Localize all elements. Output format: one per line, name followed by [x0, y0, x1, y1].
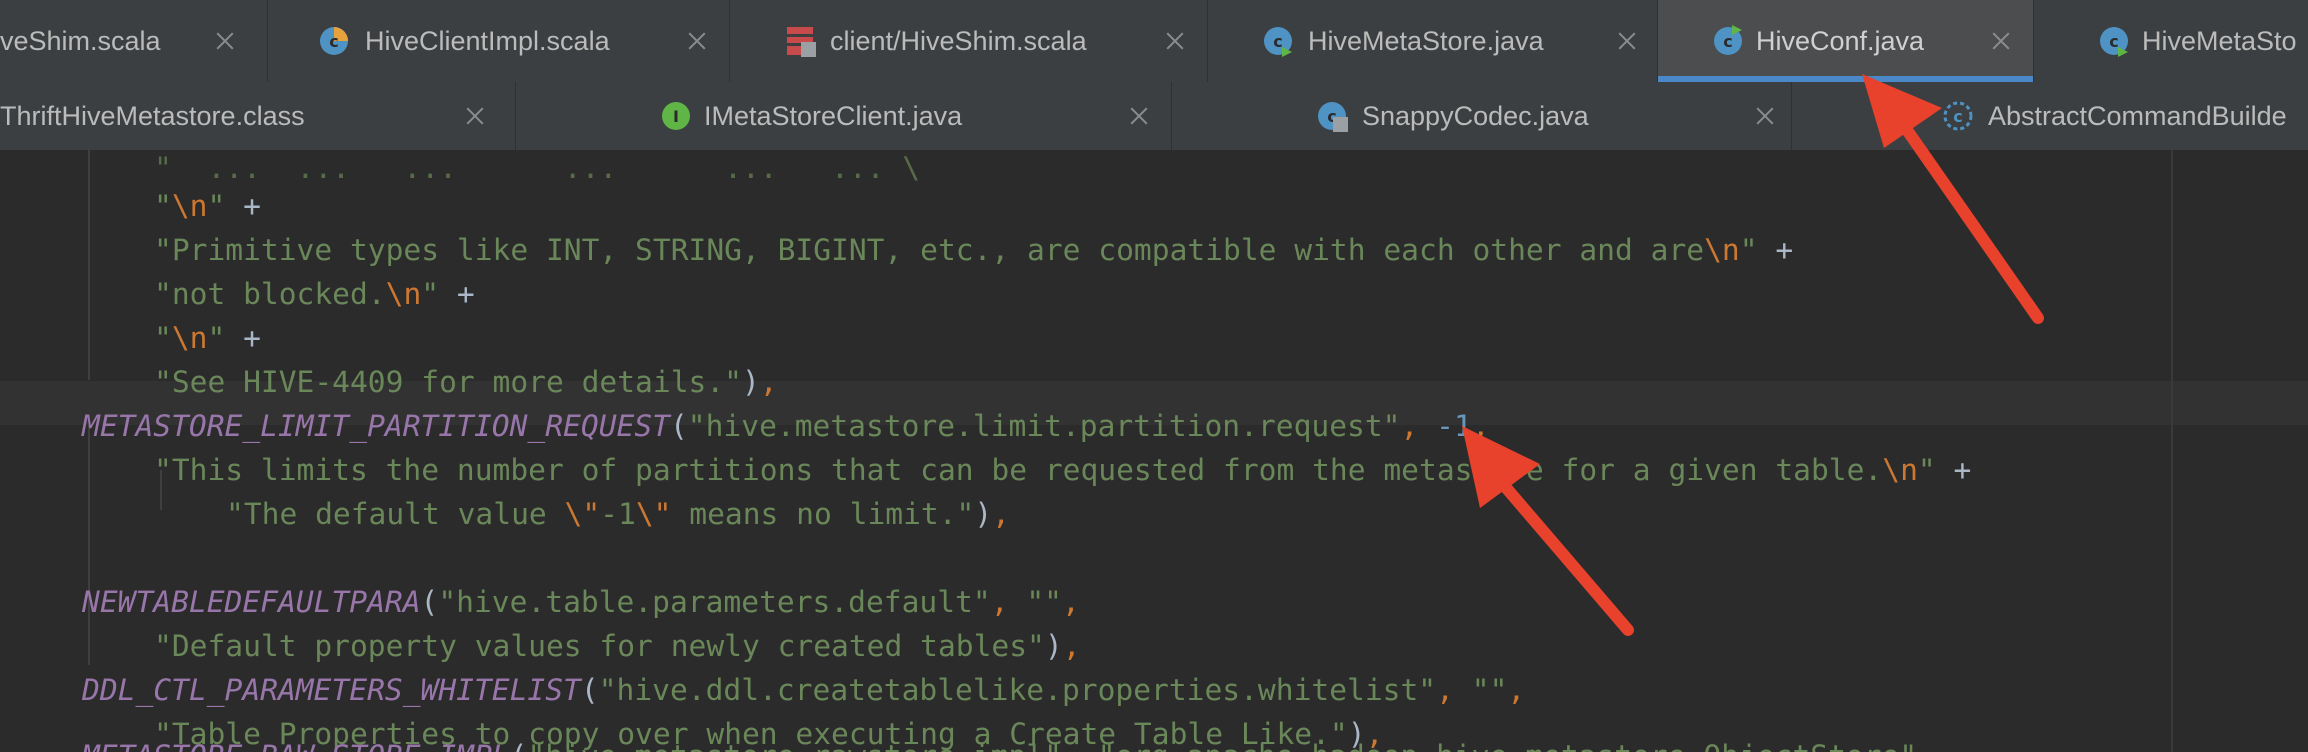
annotation-arrows — [1462, 74, 2044, 636]
arrow-to-hiveconf-tab — [1862, 74, 2044, 324]
arrow-to-minus-one-value — [1462, 426, 1634, 636]
